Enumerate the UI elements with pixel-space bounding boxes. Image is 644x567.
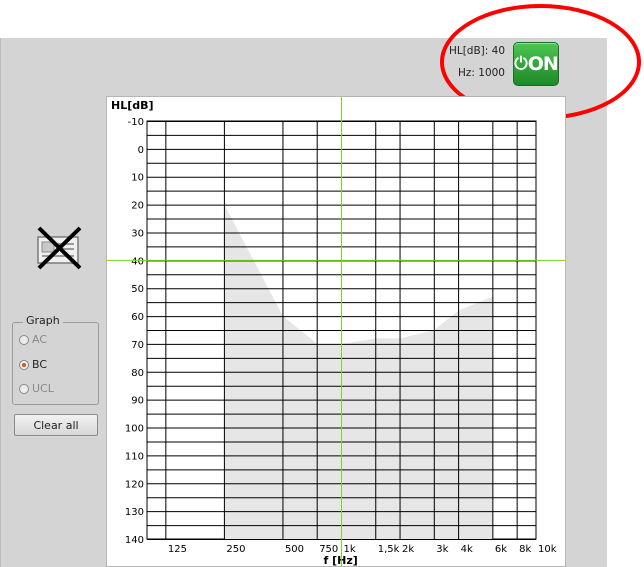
x-tick-label: 8k <box>519 544 531 555</box>
y-tick-label: 130 <box>125 507 144 518</box>
x-tick-label: 4k <box>461 544 473 555</box>
y-tick-label: -10 <box>128 117 144 128</box>
power-icon: ⏻ <box>514 54 527 74</box>
y-tick-label: 80 <box>131 368 144 379</box>
radio-ucl-circle[interactable] <box>19 383 29 394</box>
x-tick-label: 6k <box>495 544 507 555</box>
power-on-button[interactable]: ⏻ ON <box>513 42 559 86</box>
radio-ucl-label: UCL <box>32 382 54 395</box>
cursor-readout: HL[dB]: 40 Hz: 1000 <box>433 44 505 88</box>
y-tick-label: 140 <box>125 535 144 546</box>
y-tick-label: 0 <box>138 145 144 156</box>
audiogram-card: -10 0 10 20 30 40 50 60 70 80 90 100 110 120 130 140 125… <box>106 96 566 567</box>
y-tick-label: 90 <box>131 396 144 407</box>
power-on-label: ON <box>527 53 559 75</box>
y-tick-label: 110 <box>125 451 144 462</box>
x-tick-label: 10k <box>538 544 557 555</box>
y-tick-label: 60 <box>131 312 144 323</box>
hl-readout: HL[dB]: 40 <box>448 45 505 57</box>
y-tick-label: 100 <box>125 424 144 435</box>
radio-bc-label: BC <box>32 358 48 371</box>
x-tick-label: 125 <box>168 544 187 555</box>
y-tick-label: 10 <box>131 173 144 184</box>
y-tick-label: 50 <box>131 284 144 295</box>
y-tick-label: 40 <box>131 256 144 267</box>
x-tick-label: 3k <box>436 544 448 555</box>
radio-ac-circle[interactable] <box>19 334 29 345</box>
x-axis-title: f [Hz] <box>324 554 358 566</box>
audiogram-chart[interactable]: -10 0 10 20 30 40 50 60 70 80 90 100 110 120 130 140 125… <box>107 97 565 566</box>
radio-ac-label: AC <box>32 333 48 346</box>
patient-card-crossed-icon <box>37 226 82 270</box>
graph-type-group: Graph AC BC UCL <box>12 314 99 405</box>
y-tick-label: 30 <box>131 228 144 239</box>
clear-all-button[interactable]: Clear all <box>14 414 98 436</box>
radio-ac[interactable]: AC <box>19 333 47 346</box>
radio-bc-circle[interactable] <box>19 359 29 370</box>
y-tick-label: 20 <box>131 201 144 212</box>
x-tick-label: 500 <box>285 544 304 555</box>
graph-group-title: Graph <box>23 314 63 327</box>
y-tick-label: 70 <box>131 340 144 351</box>
radio-bc[interactable]: BC <box>19 358 47 371</box>
y-axis-title: HL[dB] <box>111 99 154 112</box>
hz-readout: Hz: 1000 <box>457 67 505 79</box>
patient-card-icon[interactable] <box>34 225 84 271</box>
x-tick-label: 2k <box>402 544 414 555</box>
radio-ucl[interactable]: UCL <box>19 382 54 395</box>
x-tick-label: 250 <box>226 544 245 555</box>
y-tick-label: 120 <box>125 479 144 490</box>
x-tick-label: 1,5k <box>378 544 400 555</box>
